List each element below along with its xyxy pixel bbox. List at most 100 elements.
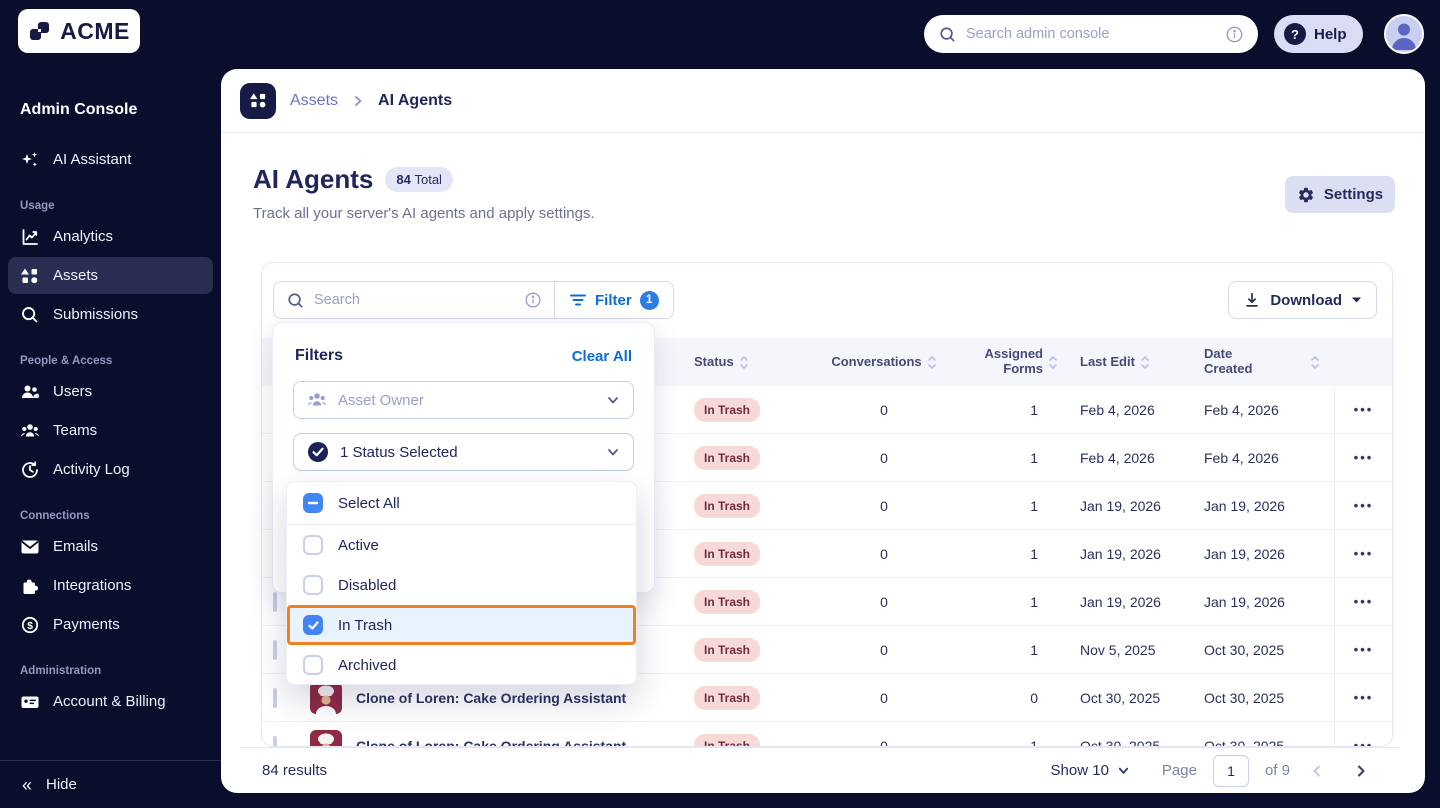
sidebar-item-assets[interactable]: Assets bbox=[8, 257, 213, 294]
assigned-forms-value: 1 bbox=[1030, 498, 1038, 514]
last-edit-value: Jan 19, 2026 bbox=[1080, 594, 1161, 610]
assigned-forms-value: 1 bbox=[1030, 546, 1038, 562]
col-status[interactable]: Status bbox=[694, 354, 814, 370]
status-options-dropdown: Select All Active Disabled In Trash Arch… bbox=[286, 481, 637, 685]
option-select-all[interactable]: Select All bbox=[287, 482, 636, 525]
acme-logo-icon bbox=[28, 19, 54, 43]
checkbox-unchecked[interactable] bbox=[303, 575, 323, 595]
option-disabled[interactable]: Disabled bbox=[287, 565, 636, 605]
conversations-value: 0 bbox=[880, 546, 888, 562]
row-actions-button[interactable]: ••• bbox=[1334, 578, 1392, 626]
checkbox-unchecked[interactable] bbox=[303, 535, 323, 555]
sidebar: Admin Console AI Assistant Usage Analyti… bbox=[0, 69, 221, 808]
user-avatar[interactable] bbox=[1384, 14, 1424, 54]
col-date-created[interactable]: Date Created bbox=[1204, 346, 1334, 377]
group-icon bbox=[307, 390, 327, 410]
date-created-value: Feb 4, 2026 bbox=[1204, 450, 1279, 466]
row-actions-button[interactable]: ••• bbox=[1334, 530, 1392, 578]
date-created-value: Oct 30, 2025 bbox=[1204, 738, 1285, 747]
users-icon bbox=[20, 382, 40, 402]
sidebar-item-account-billing[interactable]: Account & Billing bbox=[8, 683, 213, 720]
question-icon: ? bbox=[1284, 23, 1306, 45]
agent-avatar bbox=[310, 682, 342, 714]
agent-avatar bbox=[310, 730, 342, 746]
next-page-button[interactable] bbox=[1344, 754, 1378, 788]
row-actions-button[interactable]: ••• bbox=[1334, 674, 1392, 722]
sidebar-item-ai-assistant[interactable]: AI Assistant bbox=[8, 141, 213, 178]
page-number-input[interactable] bbox=[1212, 754, 1249, 787]
row-actions-button[interactable]: ••• bbox=[1334, 482, 1392, 530]
status-badge: In Trash bbox=[694, 542, 761, 566]
col-assigned-forms[interactable]: Assigned Forms bbox=[954, 346, 1064, 377]
top-bar: ACME ? Help bbox=[0, 0, 1440, 69]
row-actions-button[interactable]: ••• bbox=[1334, 386, 1392, 434]
checkbox-unchecked[interactable] bbox=[303, 655, 323, 675]
download-button[interactable]: Download bbox=[1228, 281, 1377, 319]
previous-page-button[interactable] bbox=[1300, 754, 1334, 788]
help-button[interactable]: ? Help bbox=[1274, 15, 1363, 53]
filter-count-badge: 1 bbox=[639, 290, 659, 310]
sidebar-section-people-access: People & Access bbox=[20, 355, 113, 367]
settings-button[interactable]: Settings bbox=[1285, 176, 1395, 213]
conversations-value: 0 bbox=[880, 594, 888, 610]
sidebar-item-emails[interactable]: Emails bbox=[8, 528, 213, 565]
assets-icon bbox=[20, 266, 40, 286]
conversations-value: 0 bbox=[880, 738, 888, 747]
assigned-forms-value: 1 bbox=[1030, 738, 1038, 747]
analytics-icon bbox=[20, 227, 40, 247]
sparkles-icon bbox=[20, 150, 40, 170]
col-conversations[interactable]: Conversations bbox=[814, 354, 954, 370]
sidebar-item-users[interactable]: Users bbox=[8, 373, 213, 410]
sort-icon bbox=[739, 355, 748, 369]
sidebar-item-integrations[interactable]: Integrations bbox=[8, 567, 213, 604]
total-count-badge: 84 Total bbox=[385, 167, 453, 192]
sidebar-item-teams[interactable]: Teams bbox=[8, 412, 213, 449]
table-row[interactable]: Clone of Loren: Cake Ordering Assistant … bbox=[262, 722, 1392, 747]
info-icon[interactable] bbox=[524, 291, 542, 309]
row-actions-button[interactable]: ••• bbox=[1334, 626, 1392, 674]
assets-app-icon[interactable] bbox=[240, 82, 276, 119]
filter-button[interactable]: Filter 1 bbox=[554, 282, 673, 318]
row-actions-button[interactable]: ••• bbox=[1334, 434, 1392, 482]
row-checkbox[interactable] bbox=[273, 688, 277, 708]
sidebar-item-submissions[interactable]: Submissions bbox=[8, 296, 213, 333]
breadcrumb-assets[interactable]: Assets bbox=[290, 92, 338, 110]
show-per-page-select[interactable]: Show 10 bbox=[1051, 762, 1130, 779]
clear-all-button[interactable]: Clear All bbox=[572, 348, 632, 365]
dollar-cycle-icon: $ bbox=[20, 615, 40, 635]
assigned-forms-value: 0 bbox=[1030, 690, 1038, 706]
chevron-down-icon bbox=[606, 445, 620, 459]
table-search-input[interactable] bbox=[314, 292, 515, 308]
sidebar-item-activity-log[interactable]: Activity Log bbox=[8, 451, 213, 488]
admin-search-input[interactable] bbox=[966, 26, 1216, 42]
results-count: 84 results bbox=[262, 762, 328, 779]
last-edit-value: Feb 4, 2026 bbox=[1080, 450, 1155, 466]
status-badge: In Trash bbox=[694, 398, 761, 422]
sidebar-hide-button[interactable]: « Hide bbox=[0, 760, 221, 808]
sidebar-item-payments[interactable]: $ Payments bbox=[8, 606, 213, 643]
row-checkbox[interactable] bbox=[273, 640, 277, 660]
sidebar-title: Admin Console bbox=[20, 101, 138, 118]
asset-owner-select[interactable]: Asset Owner bbox=[293, 381, 634, 419]
status-select[interactable]: 1 Status Selected bbox=[293, 433, 634, 471]
row-checkbox[interactable] bbox=[273, 736, 277, 746]
col-last-edit[interactable]: Last Edit bbox=[1064, 354, 1204, 370]
info-icon[interactable] bbox=[1225, 25, 1244, 44]
sidebar-section-administration: Administration bbox=[20, 665, 102, 677]
option-in-trash[interactable]: In Trash bbox=[287, 605, 636, 645]
checkbox-indeterminate[interactable] bbox=[303, 493, 323, 513]
acme-logo[interactable]: ACME bbox=[18, 9, 140, 53]
download-icon bbox=[1243, 291, 1261, 309]
search-icon bbox=[938, 25, 957, 44]
row-checkbox[interactable] bbox=[273, 592, 277, 612]
history-clock-icon bbox=[20, 460, 40, 480]
sidebar-item-analytics[interactable]: Analytics bbox=[8, 218, 213, 255]
status-badge: In Trash bbox=[694, 734, 761, 746]
admin-search-bar bbox=[924, 15, 1258, 53]
checkbox-checked[interactable] bbox=[303, 615, 323, 635]
agent-name: Clone of Loren: Cake Ordering Assistant bbox=[356, 738, 627, 747]
row-actions-button[interactable]: ••• bbox=[1334, 722, 1392, 746]
option-active[interactable]: Active bbox=[287, 525, 636, 565]
option-archived[interactable]: Archived bbox=[287, 645, 636, 684]
assigned-forms-value: 1 bbox=[1030, 642, 1038, 658]
